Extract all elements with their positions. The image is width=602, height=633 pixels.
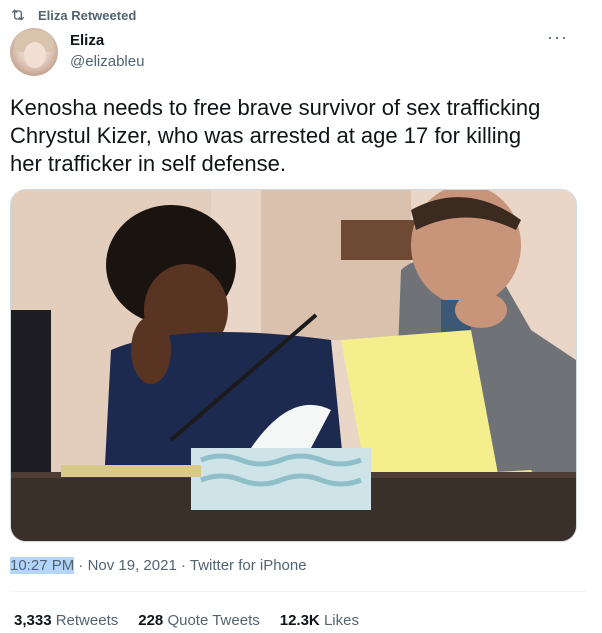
avatar-face	[24, 42, 46, 68]
likes-stat[interactable]: 12.3K Likes	[280, 612, 359, 629]
retweets-label: Retweets	[55, 612, 119, 629]
retweet-icon	[10, 7, 26, 23]
tweet-time[interactable]: 10:27 PM	[10, 557, 75, 574]
tweet-stats: 3,333 Retweets 228 Quote Tweets 12.3K Li…	[14, 612, 359, 629]
tweet-date[interactable]: Nov 19, 2021	[88, 557, 177, 574]
likes-label: Likes	[323, 612, 359, 629]
author-name[interactable]: Eliza	[70, 32, 104, 49]
quote-tweets-label: Quote Tweets	[167, 612, 260, 629]
retweets-stat[interactable]: 3,333 Retweets	[14, 612, 118, 629]
divider	[10, 591, 586, 592]
likes-count: 12.3K	[279, 612, 320, 629]
tweet-source[interactable]: Twitter for iPhone	[190, 557, 307, 574]
tweet-meta: 10:27 PM · Nov 19, 2021 · Twitter for iP…	[10, 557, 307, 574]
quote-tweets-count: 228	[138, 612, 164, 629]
retweets-count: 3,333	[14, 612, 52, 629]
tweet-photo[interactable]	[10, 189, 577, 542]
tweet-text: Kenosha needs to free brave survivor of …	[10, 95, 541, 176]
photo-illustration	[11, 190, 576, 541]
author-handle[interactable]: @elizableu	[70, 53, 144, 70]
more-dots-icon[interactable]: ···	[547, 28, 568, 46]
retweet-context[interactable]: Eliza Retweeted	[10, 7, 136, 23]
quote-tweets-stat[interactable]: 228 Quote Tweets	[138, 612, 259, 629]
retweet-label: Eliza Retweeted	[38, 7, 137, 23]
avatar[interactable]	[10, 28, 58, 76]
meta-separator: ·	[74, 557, 88, 574]
meta-separator: ·	[176, 557, 190, 574]
